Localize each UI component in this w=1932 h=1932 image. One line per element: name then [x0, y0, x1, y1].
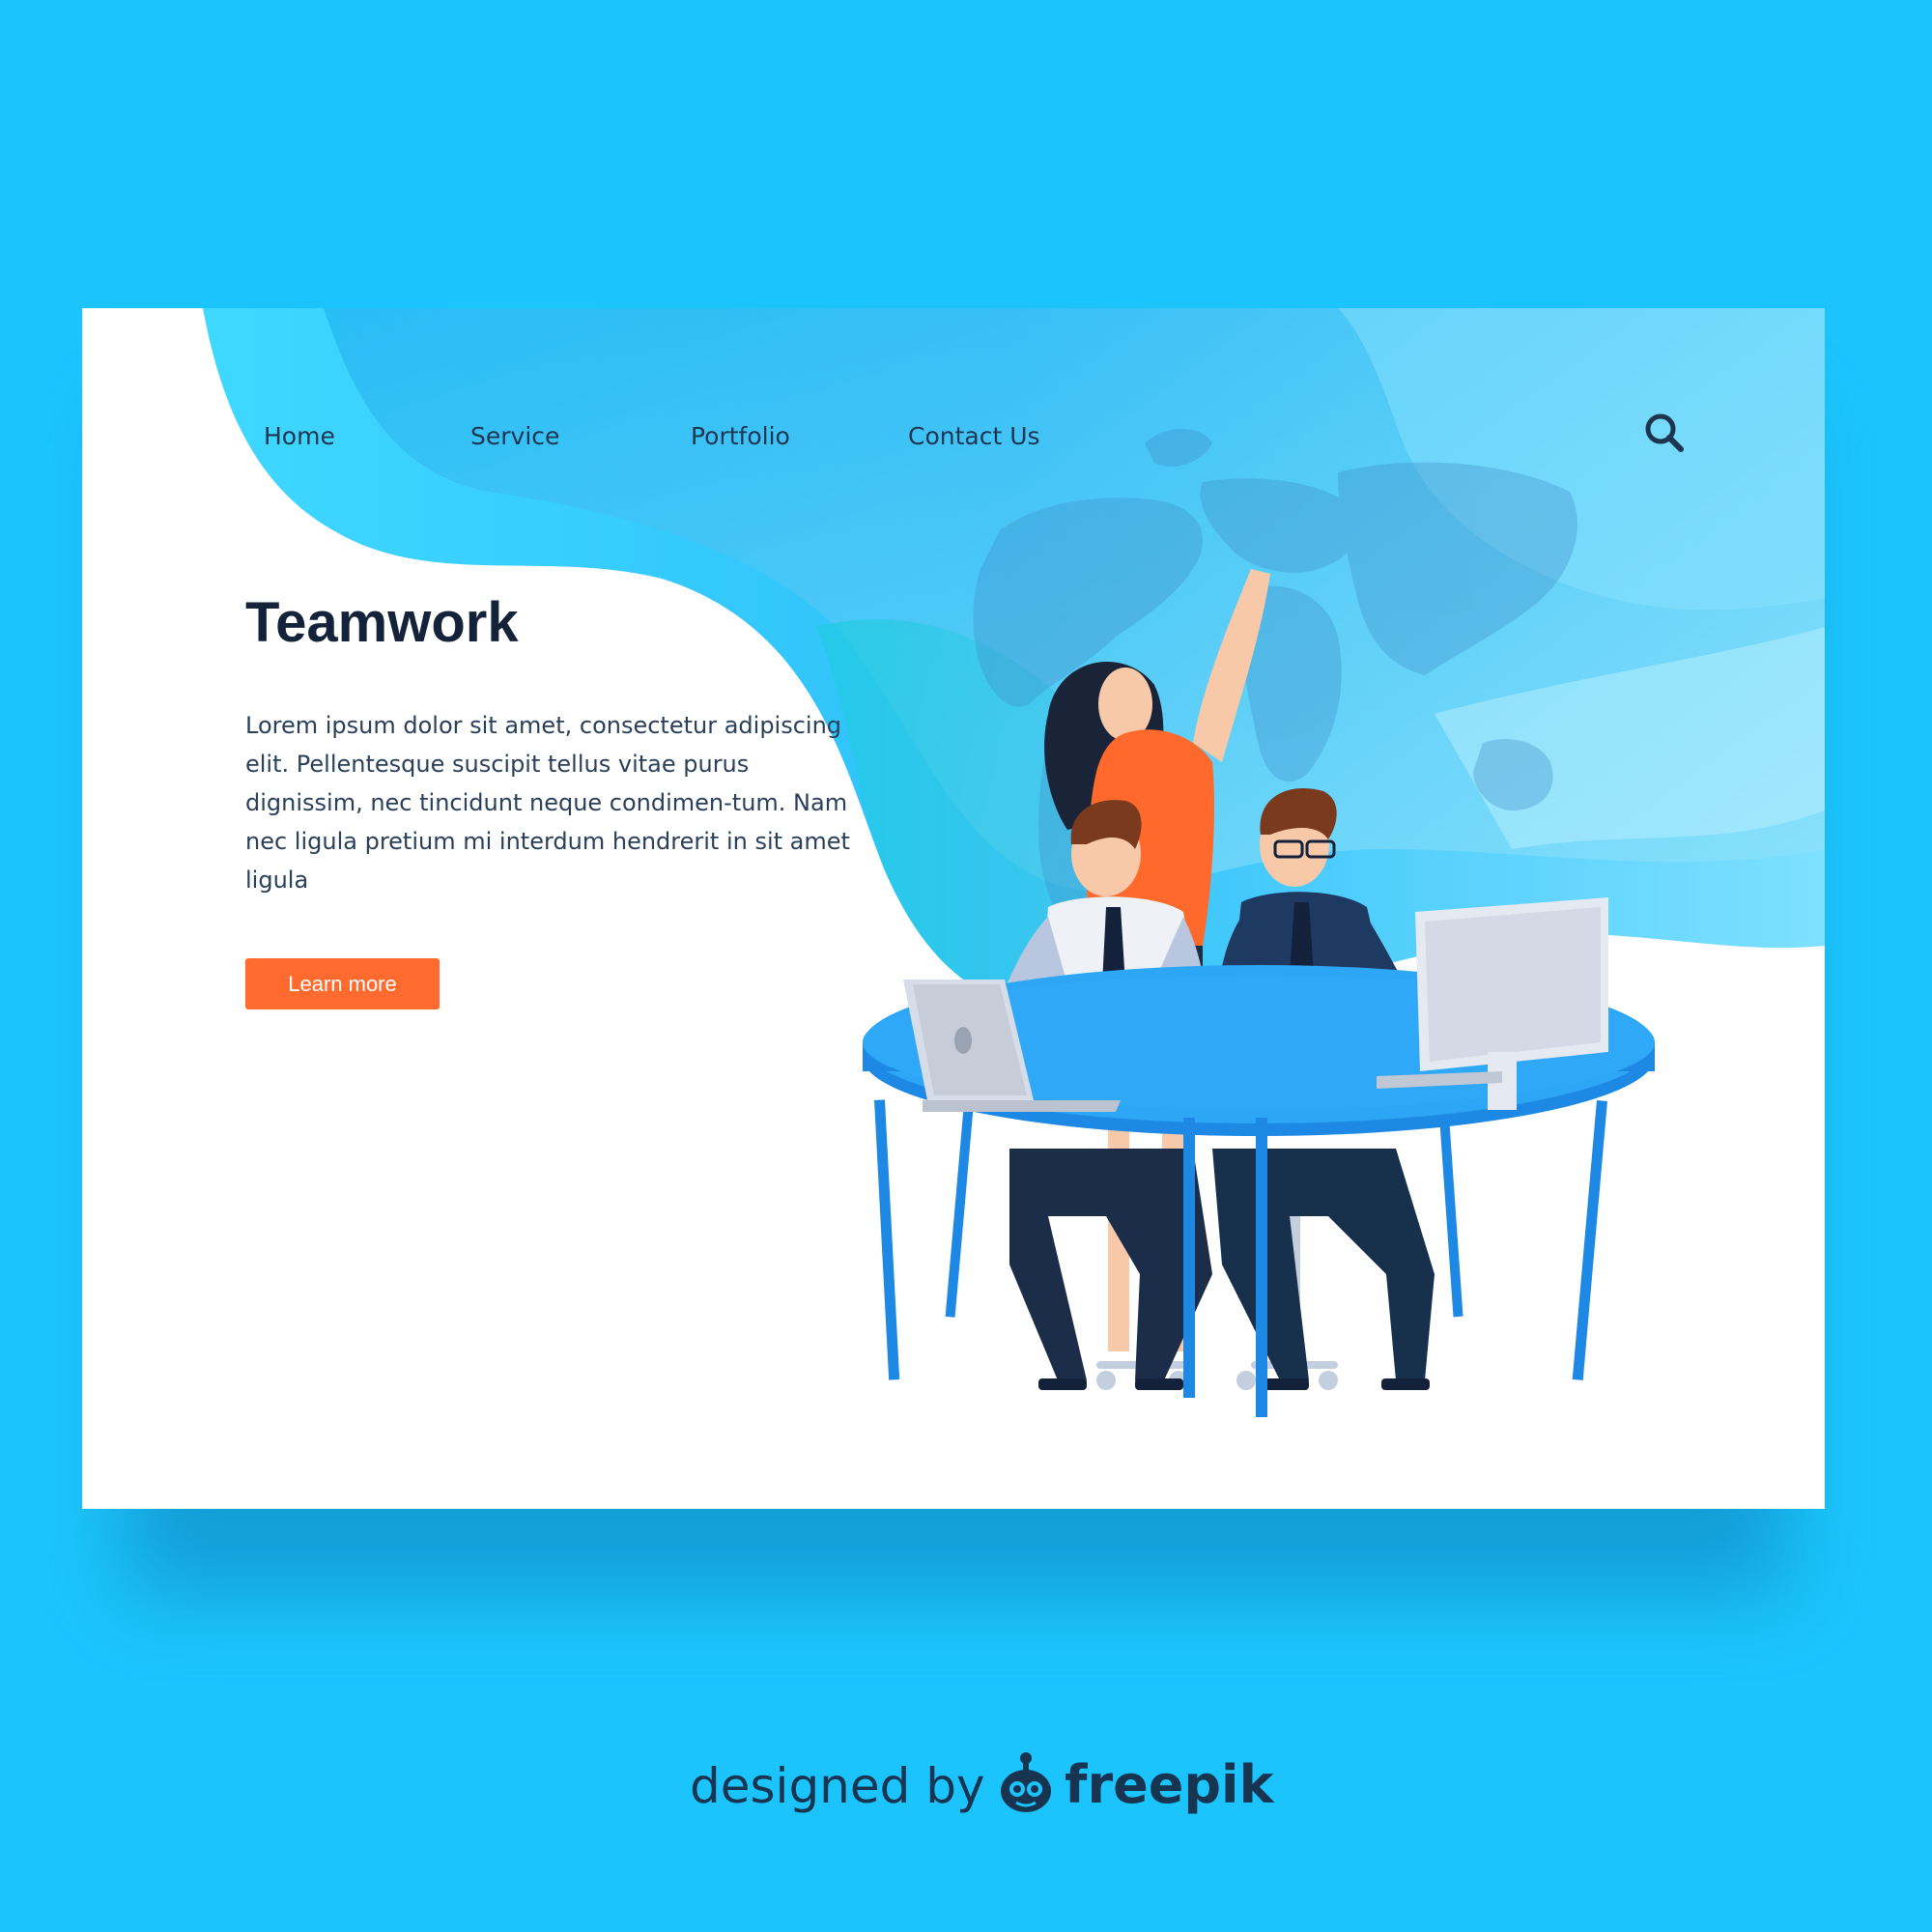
credit-prefix: designed by	[690, 1758, 985, 1814]
hero-title: Teamwork	[245, 591, 519, 654]
landing-page-card: Home Service Portfolio Contact Us Teamwo…	[82, 308, 1825, 1509]
nav-item-portfolio[interactable]: Portfolio	[691, 422, 790, 450]
teamwork-illustration	[863, 429, 1655, 1417]
search-button[interactable]	[1641, 410, 1688, 456]
nav-item-service[interactable]: Service	[470, 422, 559, 450]
credit-brand: freepik	[1065, 1754, 1274, 1815]
magnifier-icon	[1645, 413, 1684, 452]
nav-item-home[interactable]: Home	[264, 422, 335, 450]
designer-credit[interactable]: designed by freepik	[690, 1750, 1273, 1828]
nav-item-contact-us[interactable]: Contact Us	[908, 422, 1040, 450]
freepik-robot-icon	[1001, 1752, 1051, 1812]
top-navigation: Home Service Portfolio Contact Us	[82, 308, 1825, 463]
hero-description: Lorem ipsum dolor sit amet, consectetur …	[245, 712, 850, 894]
learn-more-button[interactable]: Learn more	[245, 958, 440, 1009]
